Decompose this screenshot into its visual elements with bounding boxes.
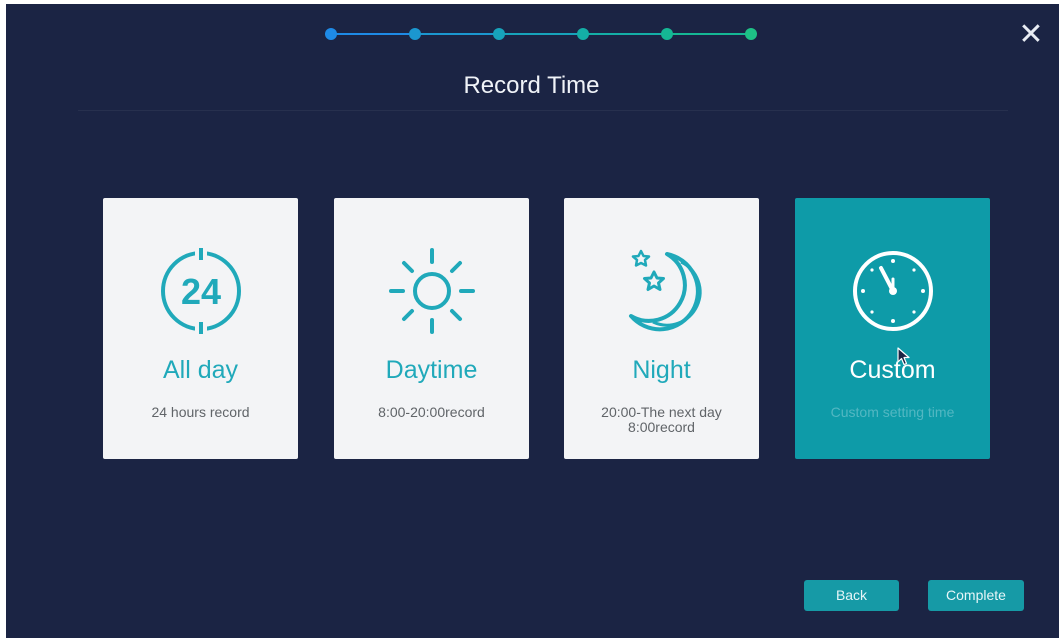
option-description: 24 hours record — [151, 404, 250, 420]
step-dot — [745, 28, 757, 40]
option-label: Custom — [849, 356, 936, 384]
sun-icon — [388, 248, 475, 334]
step-connector — [667, 33, 751, 35]
option-label: All day — [162, 356, 239, 384]
option-label: Daytime — [385, 356, 478, 384]
step-dot — [493, 28, 505, 40]
close-icon[interactable]: ✕ — [1018, 20, 1044, 50]
step-dot — [661, 28, 673, 40]
title-divider — [78, 110, 1008, 111]
option-label: Night — [632, 356, 691, 384]
step-connector — [499, 33, 583, 35]
back-button[interactable]: Back — [804, 580, 899, 611]
option-card-all-day[interactable]: 24 All day 24 hours record — [103, 198, 298, 459]
step-connector — [331, 33, 415, 35]
option-card-custom[interactable]: Custom Custom setting time — [795, 198, 990, 459]
24-hour-clock-icon: 24 — [160, 246, 241, 336]
option-description: 20:00-The next day 8:00record — [601, 404, 722, 435]
option-card-daytime[interactable]: Daytime 8:00-20:00record — [334, 198, 529, 459]
option-card-night[interactable]: Night 20:00-The next day 8:00record — [564, 198, 759, 459]
step-connector — [415, 33, 499, 35]
complete-button[interactable]: Complete — [928, 580, 1024, 611]
step-dot — [325, 28, 337, 40]
mouse-pointer-icon — [897, 347, 910, 366]
page-title: Record Time — [463, 72, 600, 99]
step-progress — [323, 24, 758, 44]
svg-text:24: 24 — [180, 271, 220, 312]
step-dot — [409, 28, 421, 40]
option-description: 8:00-20:00record — [378, 404, 485, 420]
step-dot — [577, 28, 589, 40]
step-connector — [583, 33, 667, 35]
moon-stars-icon — [628, 249, 702, 332]
clock-icon — [852, 251, 933, 331]
option-description: Custom setting time — [830, 404, 955, 420]
